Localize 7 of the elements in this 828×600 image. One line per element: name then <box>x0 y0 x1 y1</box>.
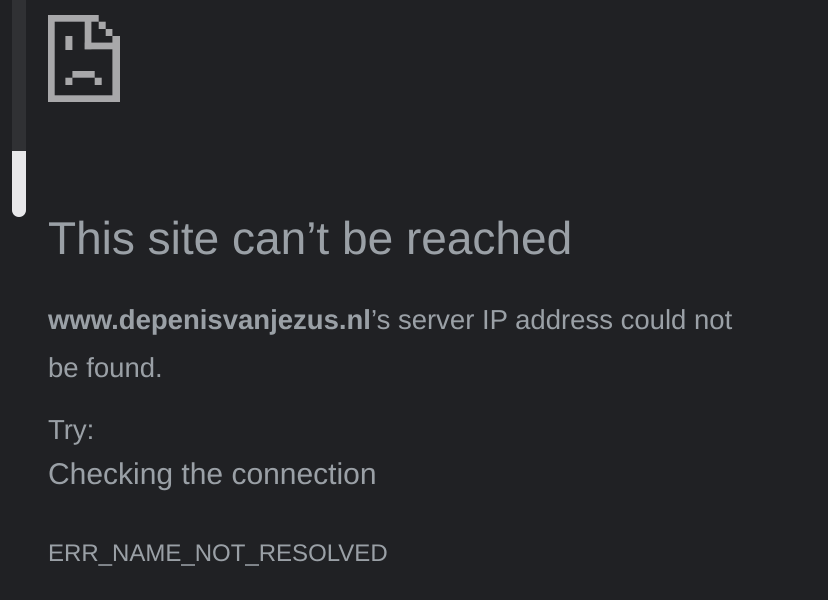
try-label: Try: <box>48 413 94 447</box>
error-title: This site can’t be reached <box>48 211 572 266</box>
scrollbar-thumb[interactable] <box>12 151 26 217</box>
error-message: www.depenisvanjezus.nl’s server IP address could not be found. <box>48 303 734 385</box>
suggestion-item: Checking the connection <box>48 457 377 493</box>
sad-page-icon <box>48 15 120 102</box>
error-code: ERR_NAME_NOT_RESOLVED <box>48 539 388 569</box>
